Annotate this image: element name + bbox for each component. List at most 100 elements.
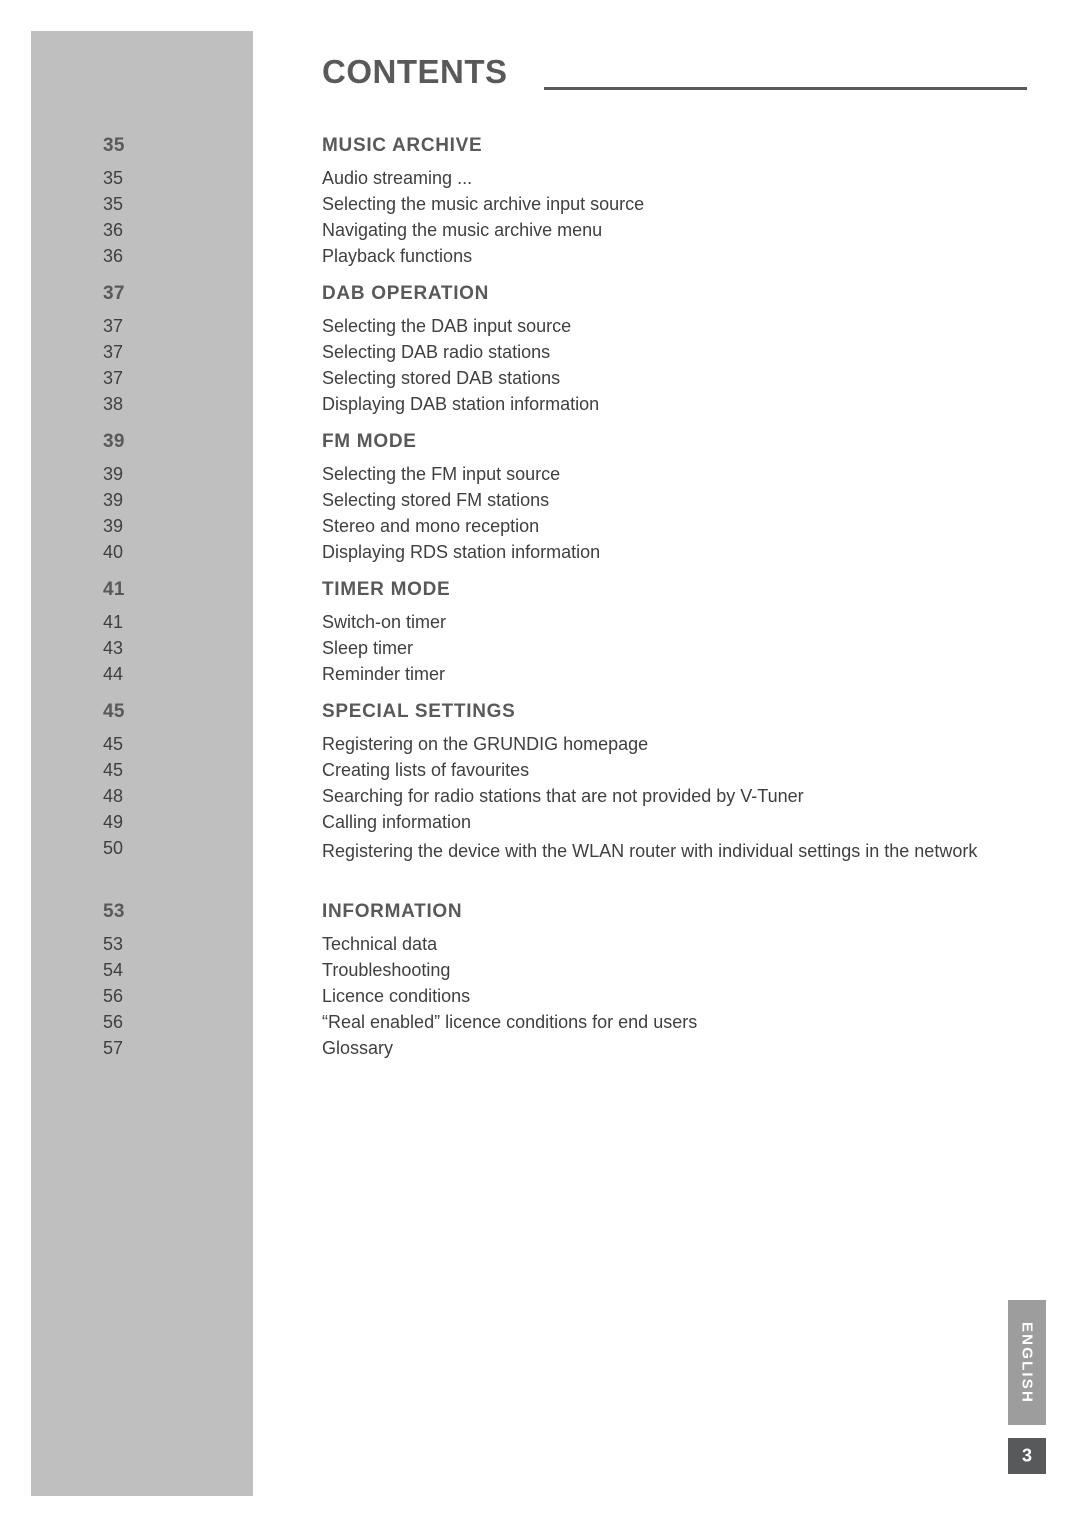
toc-entry-page-number: 45 bbox=[103, 734, 124, 754]
toc-entry[interactable]: 36 Playback functions bbox=[0, 246, 1080, 272]
toc-group-page-number: 41 bbox=[103, 579, 125, 600]
toc-group-heading[interactable]: 37 DAB OPERATION bbox=[0, 283, 1080, 316]
toc-group-spacer bbox=[0, 568, 1080, 579]
toc-group: 39 FM MODE 39 Selecting the FM input source… bbox=[0, 431, 1080, 579]
toc-entry-label: “Real enabled” licence conditions for en… bbox=[322, 1012, 698, 1032]
toc-entry-page-number: 39 bbox=[103, 464, 124, 484]
toc-entry[interactable]: 57 Glossary bbox=[0, 1038, 1080, 1064]
toc-entry[interactable]: 39 Selecting the FM input source bbox=[0, 464, 1080, 490]
toc-entry-label: Navigating the music archive menu bbox=[322, 220, 603, 240]
language-tab: ENGLISH bbox=[1008, 1300, 1046, 1425]
toc-entry-label: Selecting DAB radio stations bbox=[322, 342, 551, 362]
toc-entry[interactable]: 41 Switch-on timer bbox=[0, 612, 1080, 638]
toc-entry[interactable]: 39 Selecting stored FM stations bbox=[0, 490, 1080, 516]
toc-entry-page-number: 41 bbox=[103, 612, 124, 632]
toc-entry-label: Technical data bbox=[322, 934, 438, 954]
toc-group-heading[interactable]: 53 INFORMATION bbox=[0, 901, 1080, 934]
toc-entry-label: Sleep timer bbox=[322, 638, 414, 658]
toc-group-title: SPECIAL SETTINGS bbox=[322, 701, 516, 722]
toc-group-heading[interactable]: 39 FM MODE bbox=[0, 431, 1080, 464]
toc-group-heading[interactable]: 35 MUSIC ARCHIVE bbox=[0, 135, 1080, 168]
language-tab-label: ENGLISH bbox=[1018, 1321, 1036, 1404]
page-title: CONTENTS bbox=[322, 53, 508, 90]
toc-entry[interactable]: 37 Selecting the DAB input source bbox=[0, 316, 1080, 342]
toc-entry-page-number: 37 bbox=[103, 316, 124, 336]
toc-group: 41 TIMER MODE 41 Switch-on timer 43 Sleep tim… bbox=[0, 579, 1080, 701]
toc-group: 45 SPECIAL SETTINGS 45 Registering on the G… bbox=[0, 701, 1080, 901]
toc-entry[interactable]: 45 Registering on the GRUNDIG homepage bbox=[0, 734, 1080, 760]
toc-entry-label: Troubleshooting bbox=[322, 960, 451, 980]
toc-entry[interactable]: 56 “Real enabled” licence conditions for … bbox=[0, 1012, 1080, 1038]
toc-entry-page-number: 39 bbox=[103, 516, 124, 536]
toc-group-spacer bbox=[0, 272, 1080, 283]
toc-entry[interactable]: 49 Calling information bbox=[0, 812, 1080, 838]
toc-entry-label: Licence conditions bbox=[322, 986, 471, 1006]
toc-entry[interactable]: 35 Selecting the music archive input sour… bbox=[0, 194, 1080, 220]
toc-entry[interactable]: 44 Reminder timer bbox=[0, 664, 1080, 690]
toc-entry[interactable]: 53 Technical data bbox=[0, 934, 1080, 960]
toc-entry-page-number: 45 bbox=[103, 760, 124, 780]
toc-entry-label: Playback functions bbox=[322, 246, 473, 266]
toc-group-title: MUSIC ARCHIVE bbox=[322, 135, 483, 156]
toc-group: 35 MUSIC ARCHIVE 35 Audio streaming ... 35 Se… bbox=[0, 135, 1080, 283]
page-number-label: 3 bbox=[1021, 1445, 1033, 1466]
toc-entry-page-number: 43 bbox=[103, 638, 124, 658]
toc-group-heading[interactable]: 41 TIMER MODE bbox=[0, 579, 1080, 612]
toc-entry-label: Reminder timer bbox=[322, 664, 446, 684]
toc-entry-label: Switch-on timer bbox=[322, 612, 447, 632]
toc-entry-page-number: 53 bbox=[103, 934, 124, 954]
toc-entry[interactable]: 56 Licence conditions bbox=[0, 986, 1080, 1012]
toc-entry-page-number: 35 bbox=[103, 194, 124, 214]
table-of-contents: 35 MUSIC ARCHIVE 35 Audio streaming ... 35 Se… bbox=[0, 135, 1080, 1075]
toc-entry[interactable]: 54 Troubleshooting bbox=[0, 960, 1080, 986]
toc-entry[interactable]: 48 Searching for radio stations that are … bbox=[0, 786, 1080, 812]
toc-entry[interactable]: 39 Stereo and mono reception bbox=[0, 516, 1080, 542]
toc-entry-label: Selecting stored FM stations bbox=[322, 490, 550, 510]
toc-entry-page-number: 36 bbox=[103, 220, 124, 240]
toc-entry-label: Selecting the DAB input source bbox=[322, 316, 572, 336]
toc-entry-label: Registering on the GRUNDIG homepage bbox=[322, 734, 649, 754]
toc-group-page-number: 37 bbox=[103, 283, 125, 304]
toc-group-spacer bbox=[0, 890, 1080, 901]
toc-entry-label: Creating lists of favourites bbox=[322, 760, 530, 780]
toc-group-page-number: 39 bbox=[103, 431, 125, 452]
page-number-badge: 3 bbox=[1008, 1438, 1046, 1474]
toc-entry-label: Displaying RDS station information bbox=[322, 542, 601, 562]
toc-entry-page-number: 39 bbox=[103, 490, 124, 510]
toc-entry-page-number: 57 bbox=[103, 1038, 124, 1058]
toc-group-title: INFORMATION bbox=[322, 901, 463, 922]
toc-entry[interactable]: 38 Displaying DAB station information bbox=[0, 394, 1080, 420]
toc-entry[interactable]: 35 Audio streaming ... bbox=[0, 168, 1080, 194]
toc-group-page-number: 35 bbox=[103, 135, 125, 156]
toc-entry-label: Selecting the FM input source bbox=[322, 464, 561, 484]
toc-entry-page-number: 50 bbox=[103, 838, 124, 858]
toc-entry-page-number: 56 bbox=[103, 1012, 124, 1032]
toc-entry[interactable]: 43 Sleep timer bbox=[0, 638, 1080, 664]
toc-entry[interactable]: 50 Registering the device with the WLAN r… bbox=[0, 838, 1080, 890]
toc-entry-page-number: 49 bbox=[103, 812, 124, 832]
toc-group-title: TIMER MODE bbox=[322, 579, 451, 600]
toc-entry-label: Displaying DAB station information bbox=[322, 394, 600, 414]
toc-entry-page-number: 37 bbox=[103, 368, 124, 388]
toc-entry-label: Registering the device with the WLAN rou… bbox=[322, 841, 978, 861]
toc-entry-page-number: 48 bbox=[103, 786, 124, 806]
toc-entry-page-number: 54 bbox=[103, 960, 124, 980]
toc-entry[interactable]: 36 Navigating the music archive menu bbox=[0, 220, 1080, 246]
toc-entry[interactable]: 37 Selecting DAB radio stations bbox=[0, 342, 1080, 368]
toc-group-page-number: 45 bbox=[103, 701, 125, 722]
toc-group-heading[interactable]: 45 SPECIAL SETTINGS bbox=[0, 701, 1080, 734]
toc-entry-page-number: 36 bbox=[103, 246, 124, 266]
toc-group-title: FM MODE bbox=[322, 431, 417, 452]
toc-group: 53 INFORMATION 53 Technical data 54 Troublesh… bbox=[0, 901, 1080, 1075]
toc-group-spacer bbox=[0, 690, 1080, 701]
toc-entry-page-number: 37 bbox=[103, 342, 124, 362]
header-rule bbox=[544, 87, 1027, 90]
toc-entry[interactable]: 45 Creating lists of favourites bbox=[0, 760, 1080, 786]
toc-entry[interactable]: 37 Selecting stored DAB stations bbox=[0, 368, 1080, 394]
toc-entry-label: Calling information bbox=[322, 812, 472, 832]
document-page: CONTENTS 35 MUSIC ARCHIVE 35 Audio streamin… bbox=[0, 0, 1080, 1527]
toc-entry-page-number: 56 bbox=[103, 986, 124, 1006]
toc-entry-label: Audio streaming ... bbox=[322, 168, 473, 188]
toc-entry-page-number: 40 bbox=[103, 542, 124, 562]
toc-entry[interactable]: 40 Displaying RDS station information bbox=[0, 542, 1080, 568]
